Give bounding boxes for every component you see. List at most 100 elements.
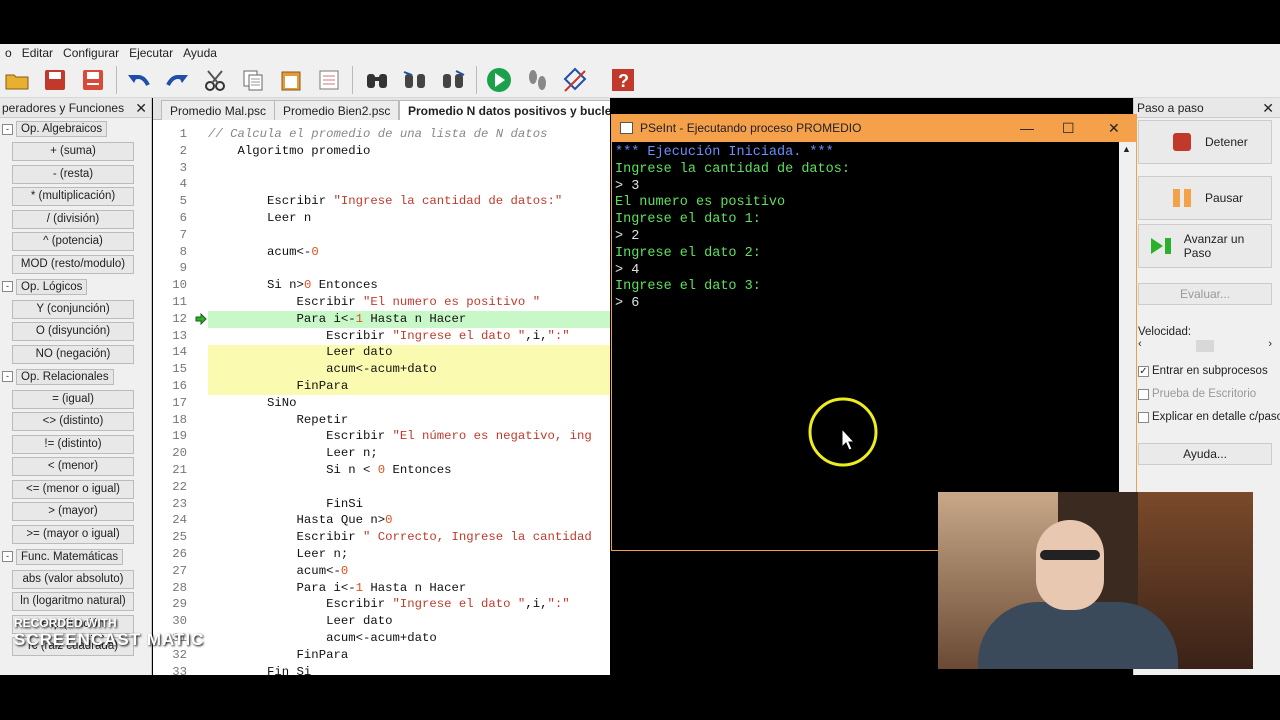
operator-button[interactable]: * (multiplicación) [12, 187, 134, 207]
collapse-icon[interactable]: - [2, 281, 13, 293]
operator-button[interactable]: = (igual) [12, 389, 134, 409]
code-line[interactable]: 30 Leer dato [153, 613, 610, 630]
code-line[interactable]: 22 [153, 479, 610, 496]
cut-icon[interactable] [200, 65, 230, 95]
operator-button[interactable]: O (disyunción) [12, 322, 134, 342]
code-line[interactable]: 27 acum<-0 [153, 563, 610, 580]
collapse-icon[interactable]: - [2, 123, 13, 135]
operator-button[interactable]: Y (conjunción) [12, 299, 134, 319]
speed-slider[interactable]: ‹ › [1138, 338, 1272, 352]
close-icon[interactable]: ✕ [1108, 115, 1120, 142]
paste-icon[interactable] [276, 65, 306, 95]
code-line[interactable]: 9 [153, 260, 610, 277]
indent-icon[interactable] [314, 65, 344, 95]
search-icon[interactable] [362, 65, 392, 95]
tab-promedio-n-datos[interactable]: Promedio N datos positivos y bucle.psc [399, 100, 610, 120]
operator-button[interactable]: != (distinto) [12, 434, 134, 454]
tab-promedio-mal[interactable]: Promedio Mal.psc [161, 100, 276, 120]
code-line[interactable]: 4 [153, 176, 610, 193]
close-icon[interactable]: ✕ [135, 98, 147, 118]
menu-ejecutar[interactable]: Ejecutar [124, 46, 178, 60]
minimize-icon[interactable]: — [1020, 115, 1034, 142]
operator-category[interactable]: - Op. Lógicos [0, 276, 151, 299]
copy-icon[interactable] [238, 65, 268, 95]
code-line[interactable]: 23 FinSi [153, 496, 610, 513]
code-line[interactable]: 7 [153, 227, 610, 244]
code-line[interactable]: 20 Leer n; [153, 445, 610, 462]
pausar-button[interactable]: Pausar [1138, 176, 1272, 220]
operator-button[interactable]: <> (distinto) [12, 412, 134, 432]
code-line[interactable]: 32 FinPara [153, 647, 610, 664]
avanzar-button[interactable]: Avanzar un Paso [1138, 224, 1272, 268]
execution-console-window[interactable]: PSeInt - Ejecutando proceso PROMEDIO — ☐… [611, 114, 1137, 551]
code-line[interactable]: 28 Para i<-1 Hasta n Hacer [153, 580, 610, 597]
checkbox-unchecked[interactable] [1138, 411, 1149, 423]
maximize-icon[interactable]: ☐ [1062, 115, 1075, 142]
code-line[interactable]: 8 acum<-0 [153, 244, 610, 261]
code-line[interactable]: 33 Fin Si [153, 664, 610, 675]
run-icon[interactable] [484, 65, 514, 95]
code-line[interactable]: 29 Escribir "Ingrese el dato ",i,":" [153, 596, 610, 613]
operator-button[interactable]: ^ (potencia) [12, 232, 134, 252]
undo-icon[interactable] [124, 65, 154, 95]
operator-button[interactable]: - (resta) [12, 164, 134, 184]
code-editor[interactable]: Promedio Mal.psc Promedio Bien2.psc Prom… [153, 98, 610, 675]
operator-button[interactable]: abs (valor absoluto) [12, 569, 134, 589]
chevron-left-icon[interactable]: ‹ [1138, 338, 1142, 350]
collapse-icon[interactable]: - [2, 551, 13, 563]
slider-thumb[interactable] [1196, 340, 1214, 352]
operator-button[interactable]: < (menor) [12, 457, 134, 477]
operator-button[interactable]: NO (negación) [12, 344, 134, 364]
operator-button[interactable]: >= (mayor o igual) [12, 524, 134, 544]
console-title-bar[interactable]: PSeInt - Ejecutando proceso PROMEDIO — ☐… [612, 115, 1136, 142]
code-line[interactable]: 31 acum<-acum+dato [153, 630, 610, 647]
operator-button[interactable]: <= (menor o igual) [12, 479, 134, 499]
code-line[interactable]: 11 Escribir "El numero es positivo " [153, 294, 610, 311]
chevron-right-icon[interactable]: › [1268, 338, 1272, 350]
code-line[interactable]: 17 SiNo [153, 395, 610, 412]
code-line[interactable]: 10 Si n>0 Entonces [153, 277, 610, 294]
operator-button[interactable]: ln (logaritmo natural) [12, 592, 134, 612]
operator-category[interactable]: - Func. Matemáticas [0, 546, 151, 569]
collapse-icon[interactable]: - [2, 371, 13, 383]
menu-configurar[interactable]: Configurar [58, 46, 124, 60]
code-line[interactable]: 21 Si n < 0 Entonces [153, 462, 610, 479]
code-line[interactable]: 1 // Calcula el promedio de una lista de … [153, 126, 610, 143]
save-as-icon[interactable] [78, 65, 108, 95]
ayuda-button[interactable]: Ayuda... [1138, 443, 1272, 465]
help-icon[interactable]: ? [608, 65, 638, 95]
operator-category[interactable]: - Op. Relacionales [0, 366, 151, 389]
operator-button[interactable]: / (división) [12, 209, 134, 229]
explicar-checkbox[interactable]: Explicar en detalle c/paso [1138, 411, 1280, 423]
code-line[interactable]: 25 Escribir " Correcto, Ingrese la canti… [153, 529, 610, 546]
code-line[interactable]: 26 Leer n; [153, 546, 610, 563]
code-line[interactable]: 12 Para i<-1 Hasta n Hacer [153, 311, 610, 328]
code-line[interactable]: 15 acum<-acum+dato [153, 361, 610, 378]
console-output[interactable]: *** Ejecución Iniciada. *** Ingrese la ca… [612, 142, 1120, 551]
code-line[interactable]: 5 Escribir "Ingrese la cantidad de datos… [153, 193, 610, 210]
checkbox-checked[interactable]: ✓ [1138, 365, 1149, 377]
code-line[interactable]: 2 Algoritmo promedio [153, 143, 610, 160]
replace-icon[interactable] [438, 65, 468, 95]
operator-category[interactable]: - Op. Algebraicos [0, 118, 151, 141]
detener-button[interactable]: Detener [1138, 120, 1272, 164]
open-folder-icon[interactable] [2, 65, 32, 95]
entrar-subprocesos-checkbox[interactable]: ✓ Entrar en subprocesos [1138, 365, 1268, 377]
menu-archivo[interactable]: o [0, 46, 17, 60]
save-icon[interactable] [40, 65, 70, 95]
code-line[interactable]: 19 Escribir "El número es negativo, ing [153, 428, 610, 445]
prueba-escritorio-checkbox[interactable]: Prueba de Escritorio [1138, 388, 1256, 400]
menu-ayuda[interactable]: Ayuda [178, 46, 222, 60]
evaluar-button[interactable]: Evaluar... [1138, 283, 1272, 305]
step-by-step-icon[interactable] [522, 65, 552, 95]
code-line[interactable]: 24 Hasta Que n>0 [153, 512, 610, 529]
code-line[interactable]: 13 Escribir "Ingrese el dato ",i,":" [153, 328, 610, 345]
console-scrollbar[interactable]: ▲ [1119, 142, 1136, 551]
find-next-icon[interactable] [400, 65, 430, 95]
close-icon[interactable]: ✕ [1262, 98, 1274, 118]
code-line[interactable]: 16 FinPara [153, 378, 610, 395]
code-line[interactable]: 6 Leer n [153, 210, 610, 227]
redo-icon[interactable] [162, 65, 192, 95]
flowchart-icon[interactable] [560, 65, 590, 95]
checkbox-unchecked[interactable] [1138, 388, 1149, 400]
